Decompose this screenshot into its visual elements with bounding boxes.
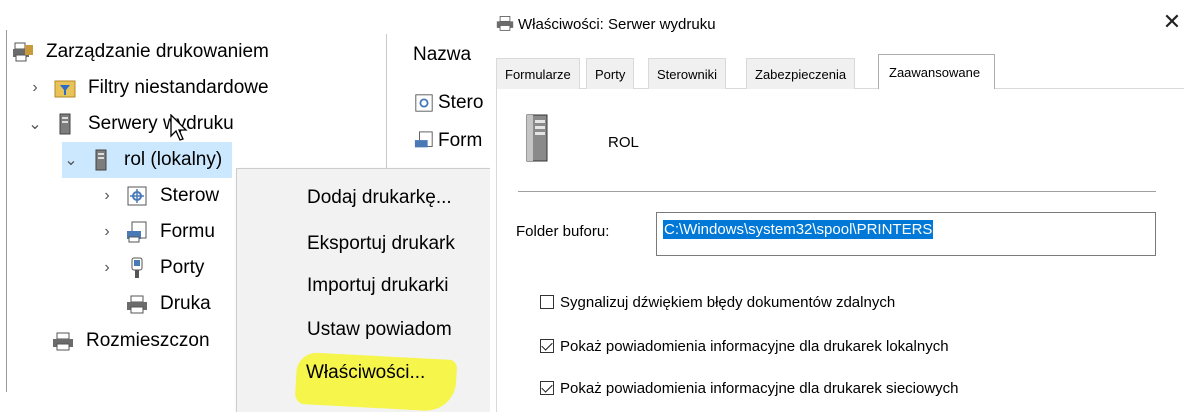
mouse-cursor-icon [170,113,188,147]
drivers-gear-icon [126,185,148,207]
forms-icon [126,221,148,243]
tree-item-local-server[interactable]: ⌄ rol (lokalny) [62,142,233,178]
tree-edge-line [6,30,7,392]
forms-icon [414,131,434,151]
tree-item-label: Druka [160,293,211,314]
tree-item-custom-filters[interactable]: › Filtry niestandardowe [26,70,269,106]
spool-folder-value: C:\Windows\system32\spool\PRINTERS [663,220,934,239]
menu-item-export-printers[interactable]: Eksportuj drukark [307,233,455,255]
tree-item-label: Filtry niestandardowe [88,77,269,98]
spool-folder-label: Folder buforu: [516,223,610,240]
chevron-down-icon[interactable]: ⌄ [62,150,80,170]
tree-item-label: Formu [160,221,215,242]
tree-item-label: Zarządzanie drukowaniem [46,41,269,62]
list-item-label: Stero [438,92,484,113]
tree-item-deployed-printers[interactable]: Rozmieszczon [52,323,210,359]
tab-forms[interactable]: Formularze [496,58,580,89]
mmc-console-pane: Zarządzanie drukowaniem › Filtry niestan… [0,0,490,412]
printer-icon [126,293,148,315]
filter-folder-icon [54,77,76,99]
tab-ports[interactable]: Porty [586,58,635,89]
chevron-right-icon[interactable]: › [98,259,116,277]
menu-item-set-notifications[interactable]: Ustaw powiadom [307,319,452,341]
printer-icon [52,330,74,352]
tree-item-label: Serwery wydruku [88,113,234,134]
chevron-right-icon[interactable]: › [98,223,116,241]
dialog-title: Właściwości: Serwer wydruku [518,16,716,33]
list-item[interactable]: Form [414,126,482,156]
printer-icon [496,14,514,37]
checkbox-network-notifications[interactable]: Pokaż powiadomienia informacyjne dla dru… [540,378,959,398]
tree-item-label: rol (lokalny) [124,149,223,170]
checkbox-label: Pokaż powiadomienia informacyjne dla dru… [560,337,949,355]
list-item[interactable]: Stero [414,88,483,118]
menu-item-import-printers[interactable]: Importuj drukarki [307,275,449,297]
chevron-right-icon[interactable]: › [98,187,116,205]
checkbox-local-notifications[interactable]: Pokaż powiadomienia informacyjne dla dru… [540,336,949,356]
server-tower-icon [90,149,112,171]
tree-item-label: Porty [160,257,205,278]
tree-item-label: Rozmieszczon [86,330,210,351]
list-item-label: Form [438,130,483,151]
tree-item-ports[interactable]: › Porty [98,250,204,286]
menu-item-add-printer[interactable]: Dodaj drukarkę... [307,187,452,209]
tree-item-forms[interactable]: › Formu [98,214,215,250]
server-name: ROL [608,134,639,151]
tree-item-print-servers[interactable]: ⌄ Serwery wydruku [26,106,234,142]
server-tower-icon [524,114,550,167]
tree-item-print-management[interactable]: Zarządzanie drukowaniem [12,34,269,70]
properties-dialog: Właściwości: Serwer wydruku ✕ Formularze… [490,0,1184,412]
column-header-name[interactable]: Nazwa [413,44,471,66]
print-management-icon [12,41,34,63]
checkbox-remote-errors-beep[interactable]: Sygnalizuj dźwiękiem błędy dokumentów zd… [540,292,895,312]
chevron-right-icon[interactable]: › [26,79,44,97]
close-button[interactable]: ✕ [1160,10,1184,35]
menu-item-properties[interactable]: Właściwości... [306,362,425,384]
separator [518,191,1156,192]
checkbox-label: Sygnalizuj dźwiękiem błędy dokumentów zd… [560,293,896,311]
tab-advanced[interactable]: Zaawansowane [878,54,996,89]
tab-drivers[interactable]: Sterowniki [648,58,726,89]
checkbox-label: Pokaż powiadomienia informacyjne dla dru… [560,379,959,397]
port-icon [126,257,148,279]
checkbox-unchecked[interactable] [540,295,554,309]
drivers-gear-icon [414,93,434,113]
spool-folder-input[interactable]: C:\Windows\system32\spool\PRINTERS [656,212,1156,256]
tab-security[interactable]: Zabezpieczenia [746,58,856,89]
chevron-down-icon[interactable]: ⌄ [26,114,44,134]
server-tower-icon [54,113,76,135]
checkbox-checked[interactable] [540,339,554,353]
tree-item-drivers[interactable]: › Sterow [98,178,219,214]
tree-item-printers[interactable]: Druka [126,286,211,322]
tree-item-label: Sterow [160,185,220,206]
checkbox-checked[interactable] [540,381,554,395]
